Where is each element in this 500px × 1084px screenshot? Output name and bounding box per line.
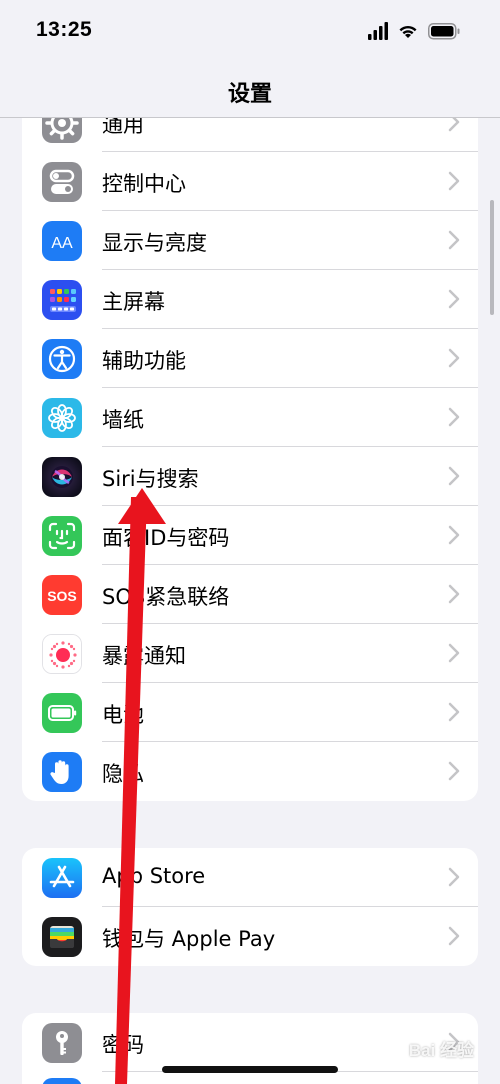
sos-icon: SOS	[42, 575, 82, 615]
settings-row-next[interactable]	[22, 1072, 478, 1084]
chevron-right-icon	[448, 171, 460, 191]
display-brightness-icon: AA	[42, 221, 82, 261]
chevron-right-icon	[448, 348, 460, 368]
svg-text:SOS: SOS	[47, 588, 77, 604]
chevron-right-icon	[448, 926, 460, 946]
siri-icon	[42, 457, 82, 497]
app-store-icon	[42, 858, 82, 898]
chevron-right-icon	[448, 761, 460, 781]
chevron-right-icon	[448, 867, 460, 887]
settings-row-label: 暴露通知	[102, 644, 186, 668]
exposure-notification-icon	[42, 634, 82, 674]
toggles-icon	[42, 162, 82, 202]
accessibility-icon	[42, 339, 82, 379]
navigation-bar: 设置	[0, 60, 500, 118]
home-indicator[interactable]	[162, 1066, 338, 1073]
settings-row-app-store[interactable]: App Store	[22, 848, 478, 907]
chevron-right-icon	[448, 230, 460, 250]
wallet-icon	[42, 917, 82, 957]
settings-row-accessibility[interactable]: 辅助功能	[22, 329, 478, 388]
settings-row-control-center[interactable]: 控制中心	[22, 152, 478, 211]
battery-status-icon	[428, 23, 460, 40]
settings-row-label: 墙纸	[102, 408, 144, 432]
settings-row-wallpaper[interactable]: 墙纸	[22, 388, 478, 447]
settings-group-general: 通用 控制中心 AA 显示与亮度 主屏幕 辅助功能 墙纸 Siri与搜索 面容I…	[22, 93, 478, 801]
chevron-right-icon	[448, 702, 460, 722]
wifi-icon	[399, 25, 417, 38]
settings-row-home-screen[interactable]: 主屏幕	[22, 270, 478, 329]
page-title: 设置	[227, 82, 272, 107]
scroll-indicator[interactable]	[490, 200, 494, 315]
settings-row-label: App Store	[102, 864, 206, 888]
settings-row-wallet-apple-pay[interactable]: 钱包与 Apple Pay	[22, 907, 478, 966]
settings-row-battery[interactable]: 电池	[22, 683, 478, 742]
settings-row-emergency-sos[interactable]: SOS SOS紧急联络	[22, 565, 478, 624]
home-screen-grid-icon	[42, 280, 82, 320]
cellular-signal-icon	[368, 22, 388, 40]
settings-row-label: 电池	[102, 703, 144, 727]
chevron-right-icon	[448, 584, 460, 604]
svg-text:AA: AA	[51, 235, 73, 252]
chevron-right-icon	[448, 525, 460, 545]
settings-row-privacy[interactable]: 隐私	[22, 742, 478, 801]
settings-row-label: Siri与搜索	[102, 467, 199, 491]
settings-row-label: 隐私	[102, 762, 144, 786]
chevron-right-icon	[448, 407, 460, 427]
settings-group-store-wallet: App Store 钱包与 Apple Pay	[22, 848, 478, 966]
settings-row-label: 面容ID与密码	[102, 526, 230, 550]
blue-app-icon	[42, 1078, 82, 1084]
settings-row-label: 钱包与 Apple Pay	[102, 927, 276, 951]
settings-row-label: SOS紧急联络	[102, 585, 230, 609]
settings-row-label: 辅助功能	[102, 349, 186, 373]
settings-row-label: 主屏幕	[102, 290, 165, 314]
settings-row-label: 控制中心	[102, 172, 186, 196]
privacy-hand-icon	[42, 752, 82, 792]
settings-row-siri-search[interactable]: Siri与搜索	[22, 447, 478, 506]
wallpaper-flower-icon	[42, 398, 82, 438]
settings-row-face-id-passcode[interactable]: 面容ID与密码	[22, 506, 478, 565]
key-icon	[42, 1023, 82, 1063]
settings-row-label: 显示与亮度	[102, 231, 207, 255]
status-bar: 13:25	[0, 0, 500, 60]
face-id-icon	[42, 516, 82, 556]
settings-row-display-brightness[interactable]: AA 显示与亮度	[22, 211, 478, 270]
chevron-right-icon	[448, 643, 460, 663]
status-icons	[368, 20, 478, 42]
settings-row-exposure-notifications[interactable]: 暴露通知	[22, 624, 478, 683]
settings-row-label: 密码	[102, 1033, 144, 1057]
status-time: 13:25	[36, 18, 93, 41]
battery-icon	[42, 693, 82, 733]
chevron-right-icon	[448, 466, 460, 486]
chevron-right-icon	[448, 289, 460, 309]
watermark: Bai 经验	[408, 1041, 474, 1060]
